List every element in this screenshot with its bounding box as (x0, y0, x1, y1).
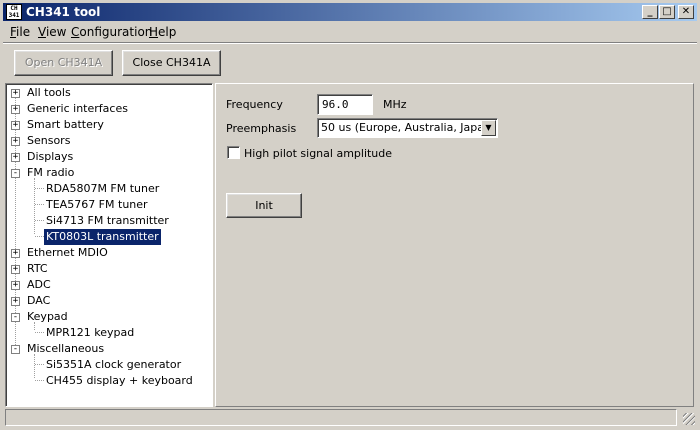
tree-item-label: FM radio (27, 166, 75, 179)
tree-item-fm-radio[interactable]: - FM radio (6, 165, 206, 181)
menu-file[interactable]: File (10, 25, 30, 39)
expand-icon[interactable]: + (11, 153, 20, 162)
tree-item-sensors[interactable]: + Sensors (6, 133, 206, 149)
tree-item-si5351a[interactable]: Si5351A clock generator (6, 357, 206, 373)
tree-item-si4713[interactable]: Si4713 FM transmitter (6, 213, 206, 229)
tree-item-ch455[interactable]: CH455 display + keyboard (6, 373, 206, 389)
tree-item-label: RDA5807M FM tuner (46, 182, 160, 195)
open-ch341a-button[interactable]: Open CH341A (14, 50, 113, 76)
tree-item-all-tools[interactable]: + All tools (6, 85, 206, 101)
tree-item-smart-battery[interactable]: + Smart battery (6, 117, 206, 133)
tree-item-label: Keypad (27, 310, 68, 323)
tree-item-ethernet-mdio[interactable]: + Ethernet MDIO (6, 245, 206, 261)
tree-item-label: CH455 display + keyboard (46, 374, 193, 387)
app-icon: CH 341 (6, 4, 22, 20)
collapse-icon[interactable]: - (11, 169, 20, 178)
menu-view[interactable]: View (38, 25, 66, 39)
tree-item-generic-interfaces[interactable]: + Generic interfaces (6, 101, 206, 117)
preemphasis-label: Preemphasis (226, 122, 297, 135)
tree-item-rda5807m[interactable]: RDA5807M FM tuner (6, 181, 206, 197)
menu-configuration[interactable]: Configuration (71, 25, 152, 39)
tree-item-dac[interactable]: + DAC (6, 293, 206, 309)
tree-item-mpr121[interactable]: MPR121 keypad (6, 325, 206, 341)
frequency-label: Frequency (226, 98, 283, 111)
close-window-button[interactable]: ✕ (678, 5, 694, 19)
expand-icon[interactable]: + (11, 281, 20, 290)
tree-item-label: Displays (27, 150, 74, 163)
tree-item-label: Sensors (27, 134, 71, 147)
expand-icon[interactable]: + (11, 121, 20, 130)
maximize-button[interactable]: □ (659, 5, 675, 19)
menu-help[interactable]: Help (149, 25, 176, 39)
minimize-button[interactable]: _ (642, 5, 658, 19)
high-pilot-label[interactable]: High pilot signal amplitude (244, 147, 392, 160)
tree-item-label: Miscellaneous (27, 342, 105, 355)
expand-icon[interactable]: + (11, 105, 20, 114)
window-title: CH341 tool (26, 5, 101, 19)
tree-item-adc[interactable]: + ADC (6, 277, 206, 293)
tree-item-label: Generic interfaces (27, 102, 128, 115)
preemphasis-value: 50 us (Europe, Australia, Japan) (321, 121, 496, 134)
expand-icon[interactable]: + (11, 297, 20, 306)
tree-item-tea5767[interactable]: TEA5767 FM tuner (6, 197, 206, 213)
collapse-icon[interactable]: - (11, 345, 20, 354)
tree-item-label: Ethernet MDIO (27, 246, 108, 259)
tree-item-label: RTC (27, 262, 48, 275)
tree-item-label: Smart battery (27, 118, 104, 131)
expand-icon[interactable]: + (11, 137, 20, 146)
tree-item-label-selected: KT0803L transmitter (43, 228, 162, 246)
tree-item-kt0803l[interactable]: KT0803L transmitter (6, 228, 206, 246)
expand-icon[interactable]: + (11, 249, 20, 258)
preemphasis-select[interactable]: 50 us (Europe, Australia, Japan) ▼ (317, 118, 498, 138)
high-pilot-checkbox[interactable] (227, 146, 240, 159)
dropdown-arrow-icon[interactable]: ▼ (481, 120, 496, 136)
expand-icon[interactable]: + (11, 89, 20, 98)
tree-item-label: ADC (27, 278, 51, 291)
init-button[interactable]: Init (226, 193, 302, 218)
tree-item-displays[interactable]: + Displays (6, 149, 206, 165)
tree-item-label: TEA5767 FM tuner (46, 198, 148, 211)
collapse-icon[interactable]: - (11, 313, 20, 322)
tree-item-label: Si4713 FM transmitter (46, 214, 169, 227)
tree-item-miscellaneous[interactable]: - Miscellaneous (6, 341, 206, 357)
tree-item-label: DAC (27, 294, 51, 307)
tools-tree[interactable]: + All tools + Generic interfaces + Smart… (5, 83, 213, 407)
kt0803l-panel: Frequency 96.0 MHz Preemphasis 50 us (Eu… (215, 83, 694, 407)
status-pane (5, 409, 677, 426)
status-bar (3, 409, 697, 427)
menu-separator (3, 42, 697, 44)
expand-icon[interactable]: + (11, 265, 20, 274)
tree-item-label: MPR121 keypad (46, 326, 135, 339)
tree-item-label: All tools (27, 86, 71, 99)
tree-item-keypad[interactable]: - Keypad (6, 309, 206, 325)
tree-item-rtc[interactable]: + RTC (6, 261, 206, 277)
close-ch341a-button[interactable]: Close CH341A (122, 50, 221, 76)
title-bar[interactable]: CH 341 CH341 tool _ □ ✕ (3, 3, 697, 21)
frequency-input[interactable]: 96.0 (317, 94, 373, 115)
frequency-unit: MHz (383, 98, 407, 111)
tree-item-label: Si5351A clock generator (46, 358, 182, 371)
main-window: CH 341 CH341 tool _ □ ✕ File View Configu… (0, 0, 700, 430)
resize-grip-icon[interactable] (683, 413, 695, 425)
menu-bar: File View Configuration Help (3, 22, 697, 41)
